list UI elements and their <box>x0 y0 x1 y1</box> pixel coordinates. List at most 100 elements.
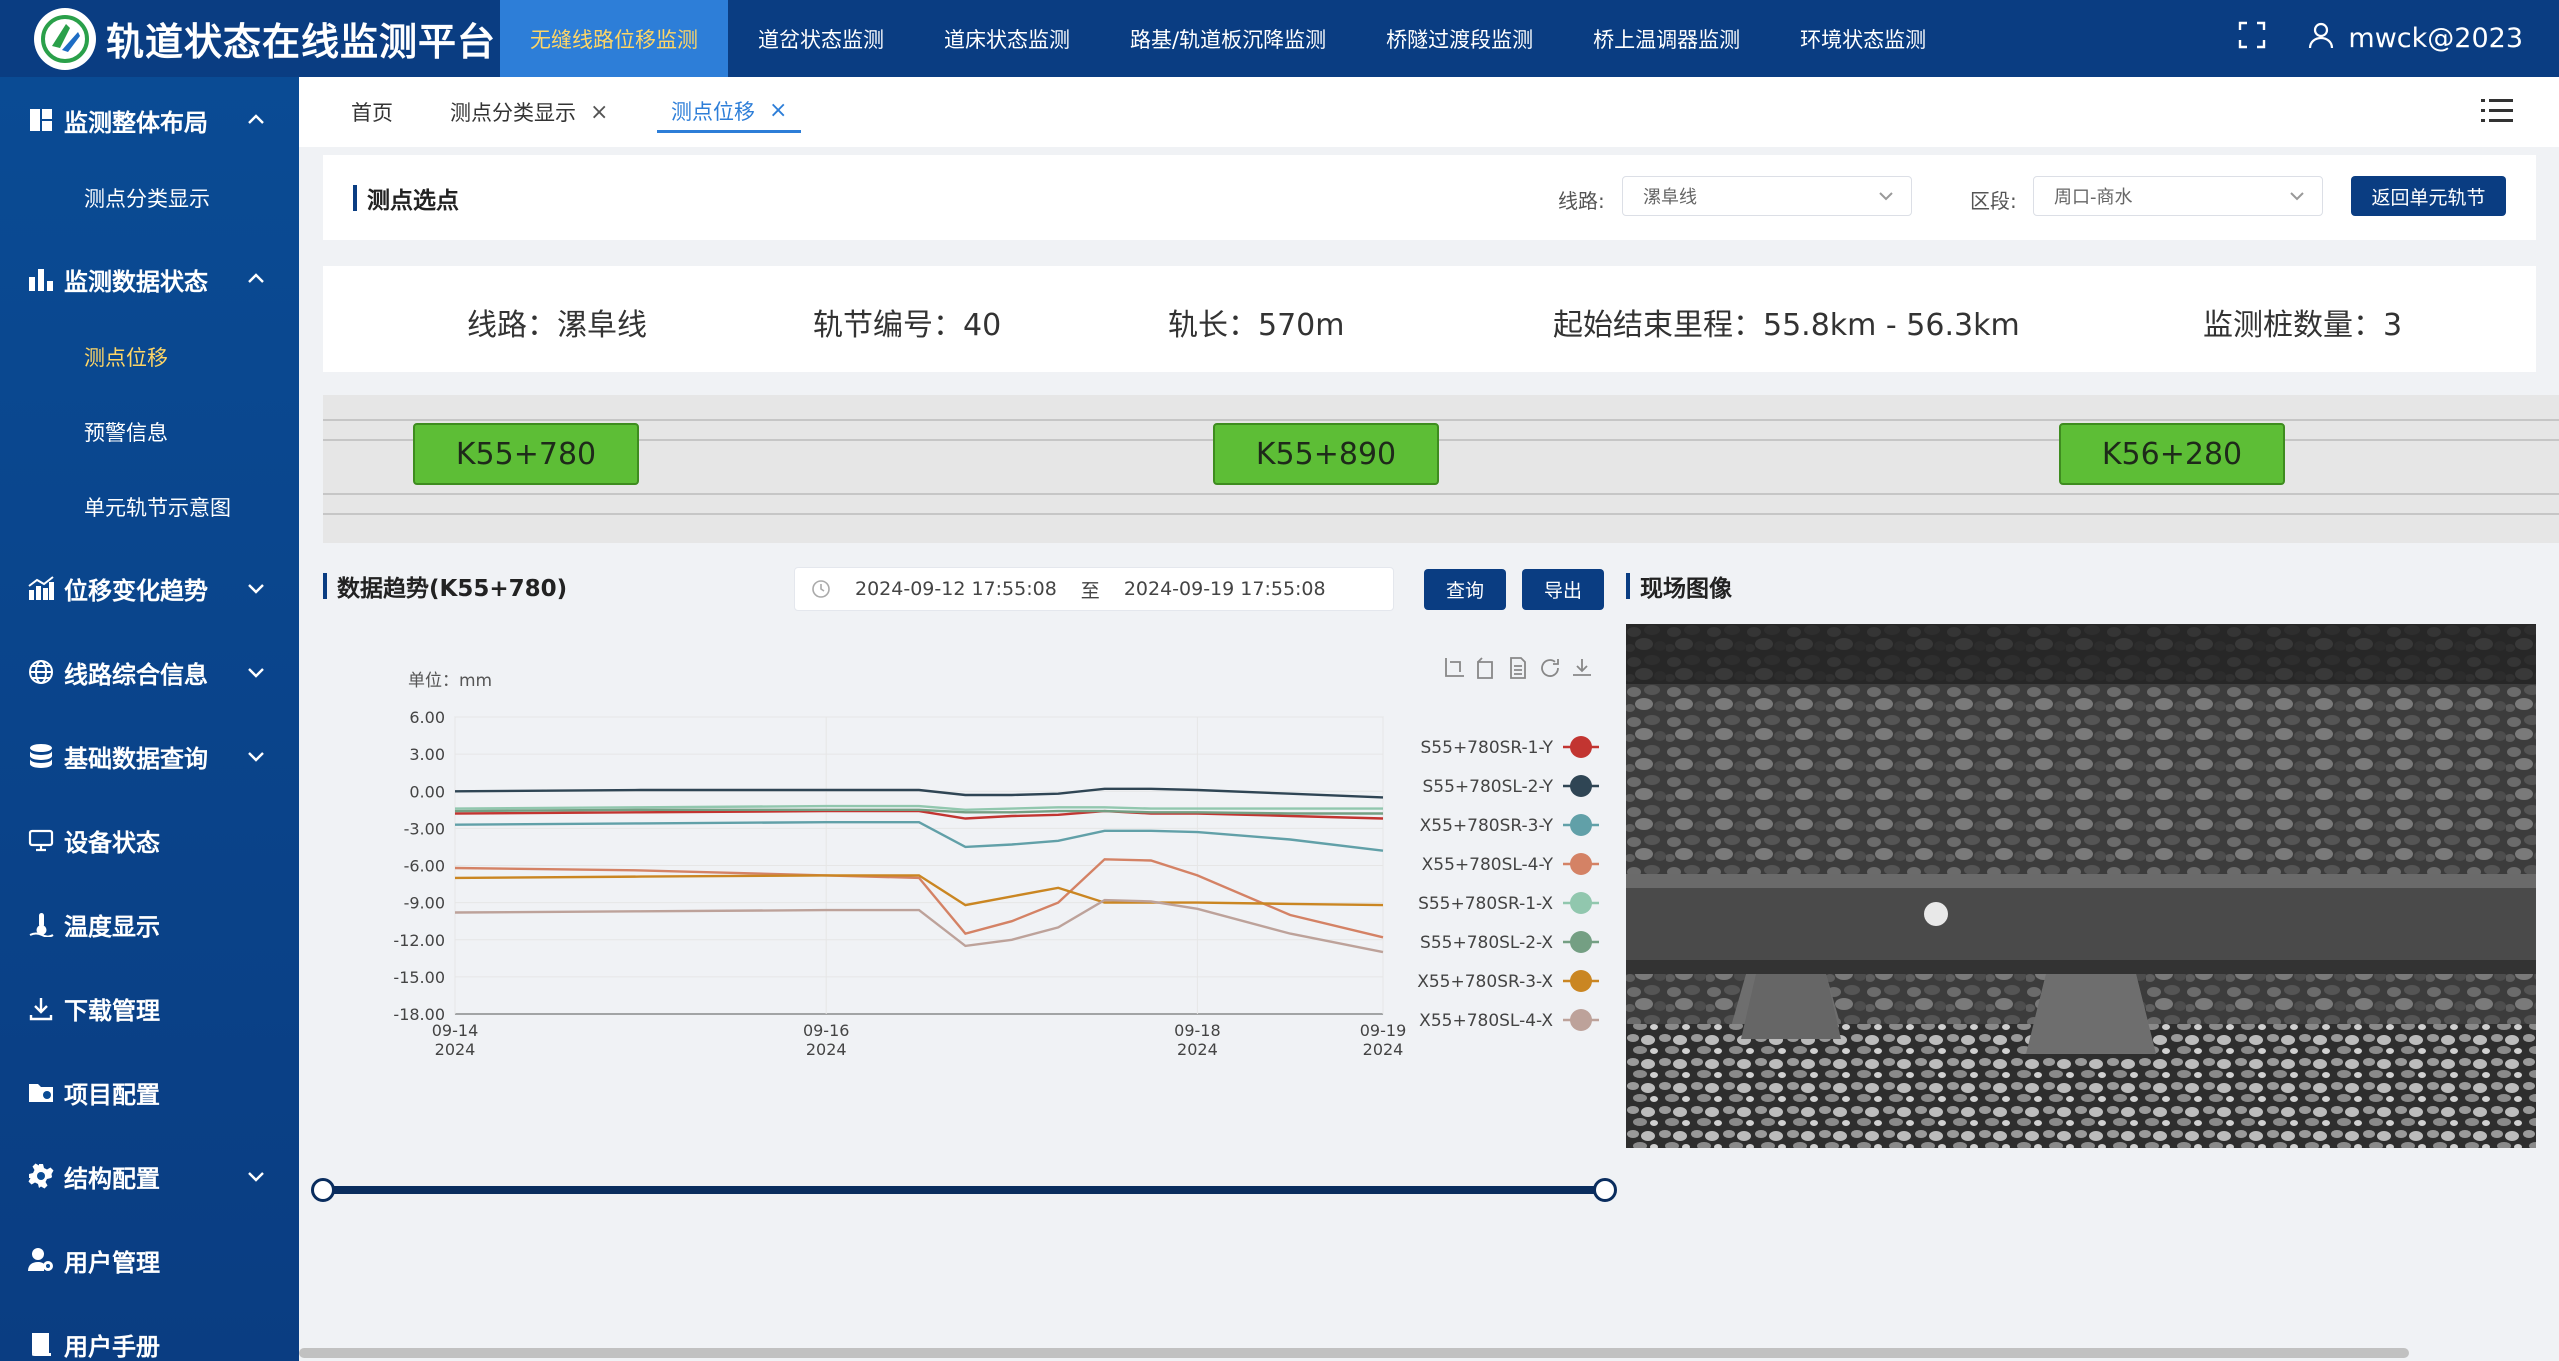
y-tick-label: 3.00 <box>409 745 445 764</box>
sidebar-group-structure-config[interactable]: 结构配置 <box>0 1146 299 1206</box>
top-bar: 轨道状态在线监测平台 无缝线路位移监测 道岔状态监测 道床状态监测 路基/轨道板… <box>0 0 2559 77</box>
legend-label: X55+780SR-3-Y <box>1420 816 1554 836</box>
x-tick-year: 2024 <box>435 1040 476 1059</box>
sidebar-item-point-displacement[interactable]: 测点位移 <box>0 327 299 387</box>
date-end[interactable]: 2024-09-19 17:55:08 <box>1124 578 1326 600</box>
sidebar-group-user-management[interactable]: 用户管理 <box>0 1230 299 1290</box>
monitor-icon <box>26 825 56 855</box>
legend-label: X55+780SR-3-X <box>1417 972 1553 992</box>
sidebar-item-unit-rail-diagram[interactable]: 单元轨节示意图 <box>0 477 299 537</box>
series-line <box>454 898 1384 954</box>
range-slider-start-handle[interactable] <box>311 1178 335 1202</box>
range-slider-track[interactable] <box>323 1186 1605 1194</box>
legend-marker <box>1570 931 1592 953</box>
sidebar-group-download[interactable]: 下载管理 <box>0 978 299 1038</box>
return-unit-rail-button[interactable]: 返回单元轨节 <box>2351 176 2506 216</box>
sidebar-group-trend[interactable]: 位移变化趋势 <box>0 558 299 618</box>
sidebar-group-label: 结构配置 <box>64 1164 160 1193</box>
chevron-up-icon <box>248 273 264 283</box>
section-select[interactable]: 周口-商水 <box>2033 176 2323 216</box>
info-mileage: 起始结束里程：55.8km - 56.3km <box>1553 308 2020 343</box>
sidebar-group-layout[interactable]: 监测整体布局 <box>0 90 299 150</box>
query-button[interactable]: 查询 <box>1424 569 1506 610</box>
chevron-down-icon <box>1879 192 1893 201</box>
x-tick-label: 09-18 <box>1174 1021 1221 1040</box>
selector-title-text: 测点选点 <box>367 188 459 214</box>
chevron-down-icon <box>248 752 264 762</box>
sidebar-group-device-status[interactable]: 设备状态 <box>0 810 299 870</box>
legend-label: S55+780SL-2-X <box>1420 933 1553 953</box>
topnav-item-seamless-displacement[interactable]: 无缝线路位移监测 <box>500 0 728 77</box>
series-line <box>454 820 1384 852</box>
rail-line <box>323 513 2559 515</box>
track-strip: K55+780 K55+890 K56+280 <box>323 395 2559 543</box>
sidebar-item-warning[interactable]: 预警信息 <box>0 402 299 462</box>
legend-marker <box>1570 814 1592 836</box>
sidebar-group-label: 监测数据状态 <box>64 267 208 296</box>
bar-chart-icon <box>26 264 56 294</box>
info-rail-no: 轨节编号：40 <box>813 308 1002 343</box>
sidebar-item-label: 测点分类显示 <box>84 187 210 211</box>
user-icon[interactable] <box>2308 21 2334 56</box>
tab-category-display[interactable]: 测点分类显示 × <box>450 91 608 133</box>
close-icon[interactable]: × <box>769 98 787 123</box>
series-line <box>454 858 1384 939</box>
selector-title: 测点选点 <box>353 181 459 215</box>
topnav-item-turnout[interactable]: 道岔状态监测 <box>728 0 914 77</box>
sidebar-group-temperature[interactable]: 温度显示 <box>0 894 299 954</box>
legend-marker <box>1570 892 1592 914</box>
rail-line <box>323 419 2559 421</box>
section-label: 区段: <box>1970 189 2017 213</box>
download-icon <box>26 993 56 1023</box>
layout-icon <box>26 105 56 135</box>
export-button[interactable]: 导出 <box>1522 569 1604 610</box>
sidebar-item-category-display[interactable]: 测点分类显示 <box>0 168 299 228</box>
trend-icon <box>26 573 56 603</box>
tab-home[interactable]: 首页 <box>351 91 393 133</box>
stake-marker[interactable]: K55+890 <box>1213 423 1439 485</box>
globe-icon <box>26 657 56 687</box>
topnav-item-environment[interactable]: 环境状态监测 <box>1770 0 1956 77</box>
sidebar-item-label: 预警信息 <box>84 421 168 445</box>
fullscreen-icon[interactable] <box>2238 21 2266 56</box>
sidebar-group-project-config[interactable]: 项目配置 <box>0 1062 299 1122</box>
chevron-down-icon <box>248 668 264 678</box>
sidebar-group-label: 设备状态 <box>64 828 160 857</box>
user-name[interactable]: mwck@2023 <box>2348 23 2523 54</box>
tab-point-displacement[interactable]: 测点位移 × <box>657 91 802 133</box>
sidebar-group-label: 项目配置 <box>64 1080 160 1109</box>
topnav-item-subgrade[interactable]: 路基/轨道板沉降监测 <box>1100 0 1356 77</box>
legend-marker <box>1570 736 1592 758</box>
sidebar-group-label: 用户手册 <box>64 1332 160 1361</box>
brand: 轨道状态在线监测平台 <box>0 0 500 77</box>
stake-marker[interactable]: K55+780 <box>413 423 639 485</box>
sidebar-item-label: 测点位移 <box>84 346 168 370</box>
topnav-item-trackbed[interactable]: 道床状态监测 <box>914 0 1100 77</box>
site-image-title: 现场图像 <box>1626 569 1732 603</box>
legend-marker <box>1570 775 1592 797</box>
topnav-item-transition[interactable]: 桥隧过渡段监测 <box>1356 0 1563 77</box>
info-pile-count: 监测桩数量：3 <box>2203 308 2403 343</box>
date-range-picker[interactable]: 2024-09-12 17:55:08 至 2024-09-19 17:55:0… <box>794 567 1394 611</box>
sidebar-group-data-status[interactable]: 监测数据状态 <box>0 249 299 309</box>
topnav-item-expansion[interactable]: 桥上温调器监测 <box>1563 0 1770 77</box>
trend-chart: 单位：mm 6.00 3.00 0.00 -3.00 -6.00 -9.00 -12.00 -… <box>393 671 1599 1059</box>
trend-title-text: 数据趋势(K55+780) <box>337 576 568 602</box>
rail-line <box>323 493 2559 495</box>
legend-label: S55+780SR-1-X <box>1418 894 1553 914</box>
line-select[interactable]: 漯阜线 <box>1622 176 1912 216</box>
date-start[interactable]: 2024-09-12 17:55:08 <box>855 578 1057 600</box>
x-tick-label: 09-19 <box>1360 1021 1407 1040</box>
menu-list-icon[interactable] <box>2481 97 2513 125</box>
sidebar-group-line-info[interactable]: 线路综合信息 <box>0 642 299 702</box>
sidebar-group-user-manual[interactable]: 用户手册 <box>0 1314 299 1361</box>
close-icon[interactable]: × <box>590 100 608 125</box>
stake-marker[interactable]: K56+280 <box>2059 423 2285 485</box>
y-tick-label: -9.00 <box>404 894 445 913</box>
sidebar-group-basic-data[interactable]: 基础数据查询 <box>0 726 299 786</box>
sidebar: 监测整体布局 测点分类显示 监测数据状态 测点位移 预警信息 单元轨节示意图 位… <box>0 77 299 1361</box>
range-slider-end-handle[interactable] <box>1593 1178 1617 1202</box>
tab-label: 测点位移 <box>671 99 755 124</box>
sidebar-item-label: 单元轨节示意图 <box>84 496 231 520</box>
horizontal-scrollbar[interactable] <box>299 1348 2409 1358</box>
